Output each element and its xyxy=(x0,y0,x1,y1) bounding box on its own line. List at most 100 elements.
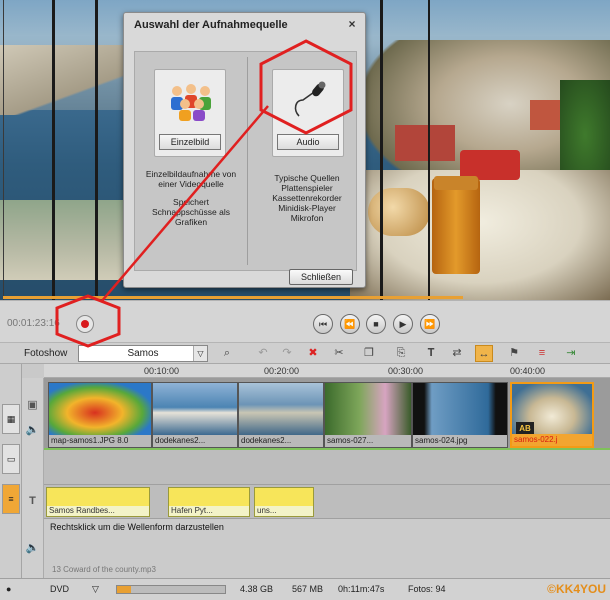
preview-railing xyxy=(380,0,383,300)
snapshot-description: Einzelbildaufnahme von einer Videoquelle… xyxy=(136,169,246,227)
title-track: Samos Randbes... Hafen Pyt... uns... xyxy=(44,484,610,518)
copy-icon[interactable]: ❐ xyxy=(360,345,378,362)
clip-thumbnail xyxy=(325,383,411,437)
media-type: DVD xyxy=(50,584,70,594)
audio-mixer-icon[interactable]: ≡ xyxy=(533,345,551,362)
people-icon xyxy=(171,84,211,121)
skip-start-button[interactable]: ⏮ xyxy=(313,314,333,334)
clip-caption: map-samos1.JPG 8.0 xyxy=(49,435,151,447)
record-source-dialog: Auswahl der Aufnahmequelle × Einzelbild … xyxy=(123,12,366,288)
video-clip[interactable]: dodekanes2... xyxy=(152,382,238,448)
audio-desc-line: Mikrofon xyxy=(290,213,324,223)
show-select[interactable]: Samos ▽ xyxy=(78,345,208,362)
clip-caption: samos-024.jpg xyxy=(413,435,507,447)
play-button[interactable]: ▶ xyxy=(393,314,413,334)
paste-icon[interactable]: ⎘ xyxy=(392,345,410,362)
close-icon[interactable]: × xyxy=(345,17,359,31)
music-speaker-icon[interactable]: 🔈 xyxy=(22,518,44,578)
timeline-view-icon[interactable]: ▭ xyxy=(2,444,20,474)
record-button[interactable] xyxy=(76,315,94,333)
clip-thumbnail xyxy=(413,383,507,437)
status-bar: ● DVD ▽ 4.38 GB 567 MB 0h:11m:47s Fotos:… xyxy=(0,578,610,600)
music-track[interactable]: Rechtsklick um die Wellenform darzustell… xyxy=(44,518,610,578)
transport-bar: 00:01:23:16 ⏮ ⏪ ■ ▶ ⏩ xyxy=(0,300,610,342)
chevron-down-icon[interactable]: ▽ xyxy=(193,346,207,361)
audio-desc-line: Plattenspieler xyxy=(281,183,333,193)
audio-level-line xyxy=(44,448,610,450)
snapshot-tile[interactable]: Einzelbild xyxy=(154,69,226,157)
microphone-icon xyxy=(294,81,326,117)
dialog-title: Auswahl der Aufnahmequelle xyxy=(134,19,288,31)
close-button[interactable]: Schließen xyxy=(289,269,353,285)
ruler-label: 00:40:00 xyxy=(510,366,546,376)
show-select-value: Samos xyxy=(127,348,159,359)
audio-desc-line: Typische Quellen xyxy=(274,173,340,183)
capacity-bar xyxy=(116,585,226,594)
snapshot-desc-line: Grafiken xyxy=(174,217,208,227)
music-file-name: 13 Coward of the county.mp3 xyxy=(52,565,156,574)
marker-icon[interactable]: ⚑ xyxy=(505,345,523,362)
cut-icon[interactable]: ✂ xyxy=(330,345,348,362)
video-clip[interactable]: dodekanes2... xyxy=(238,382,324,448)
audio-desc-line: Minidisk-Player xyxy=(278,203,336,213)
audio-description: Typische Quellen Plattenspieler Kassette… xyxy=(254,173,360,223)
clip-caption: dodekanes2... xyxy=(239,435,323,447)
preview-jar-lid xyxy=(434,176,478,190)
dialog-divider xyxy=(247,57,248,265)
preview-railing xyxy=(95,0,98,300)
audio-tile[interactable]: Audio xyxy=(272,69,344,157)
video-clip[interactable]: map-samos1.JPG 8.0 xyxy=(48,382,152,448)
snapshot-desc-line: Einzelbildaufnahme von xyxy=(145,169,237,179)
title-clip[interactable]: Samos Randbes... xyxy=(46,487,150,517)
capacity-fill xyxy=(117,586,132,593)
video-clip-selected[interactable]: AB samos-022.j xyxy=(510,382,594,448)
clip-thumbnail xyxy=(239,383,323,437)
clip-thumbnail xyxy=(49,383,151,437)
timeline-toolbar: Fotoshow Samos ▽ ⌕ ↶ ↷ ✖ ✂ ❐ ⎘ 𝐓 ⇄ ↔ ⚑ ≡… xyxy=(0,342,610,364)
show-label: Fotoshow xyxy=(24,348,68,359)
video-clip[interactable]: samos-027... xyxy=(324,382,412,448)
audio-button[interactable]: Audio xyxy=(277,134,339,150)
snapshot-desc-line: Speichert xyxy=(173,197,209,207)
zoom-search-icon[interactable]: ⌕ xyxy=(218,345,236,362)
rewind-button[interactable]: ⏪ xyxy=(340,314,360,334)
text-icon[interactable]: 𝐓 xyxy=(422,345,440,362)
undo-icon[interactable]: ↶ xyxy=(254,345,272,362)
speaker-icon[interactable]: 🔈 xyxy=(22,423,43,436)
timecode: 00:01:23:16 xyxy=(7,318,60,329)
export-icon[interactable]: ⇥ xyxy=(562,345,580,362)
timeline-sidebar: ▦ ▭ ≡ xyxy=(0,364,22,578)
video-track: map-samos1.JPG 8.0 dodekanes2... dodekan… xyxy=(44,378,610,448)
capacity-used: 567 MB xyxy=(292,584,324,594)
chevron-down-icon[interactable]: ▽ xyxy=(92,584,99,595)
preview-bread xyxy=(368,188,430,236)
preview-beach xyxy=(0,200,130,280)
stop-button[interactable]: ■ xyxy=(366,314,386,334)
redo-icon[interactable]: ↷ xyxy=(278,345,296,362)
preview-border xyxy=(3,0,4,300)
text-view-icon[interactable]: ≡ xyxy=(2,484,20,514)
split-icon[interactable]: ⇄ xyxy=(448,345,466,362)
title-caption: Samos Randbes... xyxy=(47,506,149,516)
storyboard-view-icon[interactable]: ▦ xyxy=(2,404,20,434)
snap-icon[interactable]: ↔ xyxy=(475,345,493,362)
video-clip[interactable]: samos-024.jpg xyxy=(412,382,508,448)
title-caption: uns... xyxy=(255,506,313,516)
fast-forward-button[interactable]: ⏩ xyxy=(420,314,440,334)
clip-caption: dodekanes2... xyxy=(153,435,237,447)
video-track-header: ▣ 🔈 xyxy=(22,378,44,448)
preview-roof xyxy=(395,125,455,161)
title-clip[interactable]: uns... xyxy=(254,487,314,517)
photo-count: Fotos: 94 xyxy=(408,584,446,594)
disc-icon: ● xyxy=(6,584,12,594)
title-clip[interactable]: Hafen Pyt... xyxy=(168,487,250,517)
waveform-hint: Rechtsklick um die Wellenform darzustell… xyxy=(50,522,224,532)
snapshot-button[interactable]: Einzelbild xyxy=(159,134,221,150)
title-track-header: T xyxy=(22,484,44,518)
preview-railing xyxy=(428,0,430,300)
snapshot-desc-line: Schnappschüsse als xyxy=(152,207,230,217)
audio-desc-line: Kassettenrekorder xyxy=(272,193,342,203)
title-caption: Hafen Pyt... xyxy=(169,506,249,516)
delete-icon[interactable]: ✖ xyxy=(304,345,322,362)
total-duration: 0h:11m:47s xyxy=(338,584,385,594)
